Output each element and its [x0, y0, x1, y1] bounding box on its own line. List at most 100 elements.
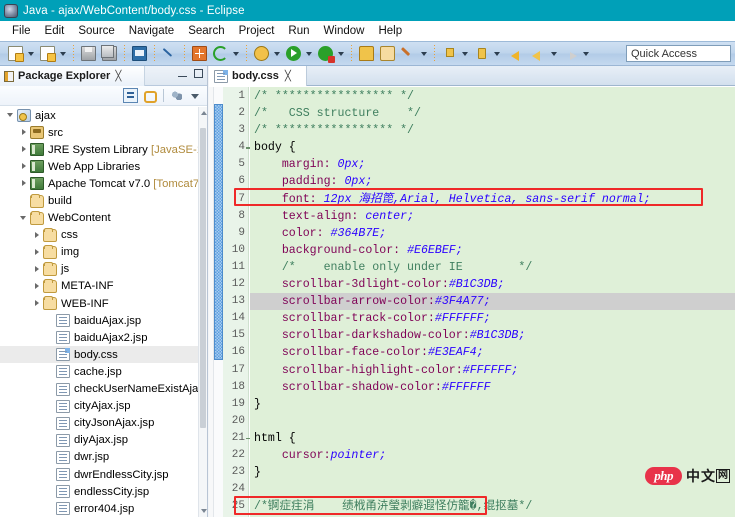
expand-toggle-icon[interactable] [19, 175, 30, 192]
expand-toggle-icon[interactable] [32, 244, 43, 261]
expand-toggle-icon[interactable] [32, 295, 43, 312]
forward-dropdown-arrow[interactable] [582, 44, 591, 63]
tree-item-build[interactable]: build [0, 192, 207, 209]
menu-item-source[interactable]: Source [71, 22, 121, 40]
back-button[interactable] [508, 44, 527, 63]
run-button[interactable] [284, 44, 303, 63]
previous-annotation-button[interactable] [472, 44, 491, 63]
refresh-button[interactable] [211, 44, 230, 63]
expand-toggle-icon[interactable] [19, 210, 30, 227]
menu-item-window[interactable]: Window [317, 22, 372, 40]
tree-item-web-app-libraries[interactable]: Web App Libraries [0, 158, 207, 175]
tree-item-baiduajax2-jsp[interactable]: baiduAjax2.jsp [0, 329, 207, 346]
code-content[interactable]: /* ***************** *//* CSS structure … [250, 87, 735, 517]
tree-item-webcontent[interactable]: WebContent [0, 210, 207, 227]
tree-item-baiduajax-jsp[interactable]: baiduAjax.jsp [0, 312, 207, 329]
tree-item-cityajax-jsp[interactable]: cityAjax.jsp [0, 398, 207, 415]
debug-button[interactable] [252, 44, 271, 63]
run-external-dropdown-arrow[interactable] [337, 44, 346, 63]
tree-item-error404-jsp[interactable]: error404.jsp [0, 500, 207, 517]
quick-access-input[interactable]: Quick Access [626, 45, 731, 62]
view-menu-button[interactable] [170, 88, 185, 103]
maximize-icon[interactable] [194, 69, 203, 78]
menu-item-project[interactable]: Project [232, 22, 282, 40]
chevron-down-icon[interactable] [189, 89, 202, 102]
tree-item-body-css[interactable]: body.css [0, 346, 207, 363]
tree-item-label: META-INF [61, 280, 114, 292]
new-java-dropdown-arrow[interactable] [59, 44, 68, 63]
back-history-button[interactable] [529, 44, 548, 63]
tree-item-src[interactable]: src [0, 124, 207, 141]
expand-toggle-icon[interactable] [19, 141, 30, 158]
tree-item-js[interactable]: js [0, 261, 207, 278]
refresh-dropdown-arrow[interactable] [232, 44, 241, 63]
save-all-button[interactable] [100, 44, 119, 63]
tree-item-meta-inf[interactable]: META-INF [0, 278, 207, 295]
link-with-editor-button[interactable] [142, 88, 157, 103]
expand-toggle-icon[interactable] [6, 107, 17, 124]
quick-fix-button[interactable] [160, 44, 179, 63]
search-brush-button[interactable] [399, 44, 418, 63]
folder-icon [43, 280, 57, 293]
jsp-file-icon [56, 383, 70, 396]
new-java-class-button[interactable] [38, 44, 57, 63]
new-button[interactable] [6, 44, 25, 63]
menu-item-search[interactable]: Search [181, 22, 231, 40]
menu-item-edit[interactable]: Edit [38, 22, 72, 40]
previous-annotation-dropdown-arrow[interactable] [493, 44, 502, 63]
toolbar-group-package [187, 42, 244, 65]
tree-item-checkusernameexistajax-jsp[interactable]: checkUserNameExistAjax.jsp [0, 381, 207, 398]
expand-toggle-icon[interactable] [32, 278, 43, 295]
tree-item-cityjsonajax-jsp[interactable]: cityJsonAjax.jsp [0, 415, 207, 432]
menu-item-help[interactable]: Help [371, 22, 409, 40]
jsp-file-icon [56, 314, 70, 327]
expand-toggle-icon[interactable] [19, 158, 30, 175]
expand-toggle-icon[interactable] [19, 124, 30, 141]
scroll-up-icon[interactable] [199, 107, 207, 119]
collapse-all-button[interactable] [123, 88, 138, 103]
open-resource-button[interactable] [378, 44, 397, 63]
search-brush-dropdown-arrow[interactable] [420, 44, 429, 63]
tree-item-dwr-jsp[interactable]: dwr.jsp [0, 449, 207, 466]
tree-item-cache-jsp[interactable]: cache.jsp [0, 363, 207, 380]
run-external-button[interactable] [316, 44, 335, 63]
minimize-icon[interactable] [178, 69, 187, 78]
back-yellow-arrow-icon [531, 46, 546, 61]
close-icon[interactable]: ╳ [285, 71, 291, 82]
back-history-dropdown-arrow[interactable] [550, 44, 559, 63]
tree-item-web-inf[interactable]: WEB-INF [0, 295, 207, 312]
tree-item-jre-system-library[interactable]: JRE System Library [JavaSE-1.7] [0, 141, 207, 158]
next-annotation-dropdown-arrow[interactable] [461, 44, 470, 63]
scrollbar-thumb[interactable] [200, 128, 206, 428]
tab-package-explorer[interactable]: Package Explorer ╳ [0, 66, 145, 86]
jsp-file-icon [56, 365, 70, 378]
expand-toggle-icon[interactable] [32, 261, 43, 278]
save-button[interactable] [79, 44, 98, 63]
expand-toggle-icon[interactable] [32, 227, 43, 244]
pen-icon [162, 46, 177, 61]
forward-button[interactable] [561, 44, 580, 63]
tree-item-img[interactable]: img [0, 244, 207, 261]
debug-dropdown-arrow[interactable] [273, 44, 282, 63]
print-button[interactable] [130, 44, 149, 63]
tree-item-endlesscity-jsp[interactable]: endlessCity.jsp [0, 483, 207, 500]
tree-item-ajax[interactable]: ajax [0, 107, 207, 124]
tree-item-dwrendlesscity-jsp[interactable]: dwrEndlessCity.jsp [0, 466, 207, 483]
package-explorer-scrollbar[interactable] [198, 107, 207, 517]
tab-body-css[interactable]: body.css ╳ [209, 66, 307, 86]
scroll-down-icon[interactable] [199, 505, 207, 517]
open-type-button[interactable] [357, 44, 376, 63]
tree-item-css[interactable]: css [0, 227, 207, 244]
tree-item-apache-tomcat-v7-0[interactable]: Apache Tomcat v7.0 [Tomcat7.0] [0, 175, 207, 192]
editor-body[interactable]: 1234567891011121314151617181920212223242… [209, 87, 735, 517]
next-annotation-button[interactable] [440, 44, 459, 63]
tree-item-diyajax-jsp[interactable]: diyAjax.jsp [0, 432, 207, 449]
run-dropdown-arrow[interactable] [305, 44, 314, 63]
menu-item-navigate[interactable]: Navigate [122, 22, 181, 40]
menu-item-run[interactable]: Run [281, 22, 316, 40]
new-dropdown-arrow[interactable] [27, 44, 36, 63]
close-icon[interactable]: ╳ [115, 71, 121, 82]
menu-item-file[interactable]: File [5, 22, 38, 40]
new-package-button[interactable] [190, 44, 209, 63]
code-text: html { [254, 432, 296, 445]
